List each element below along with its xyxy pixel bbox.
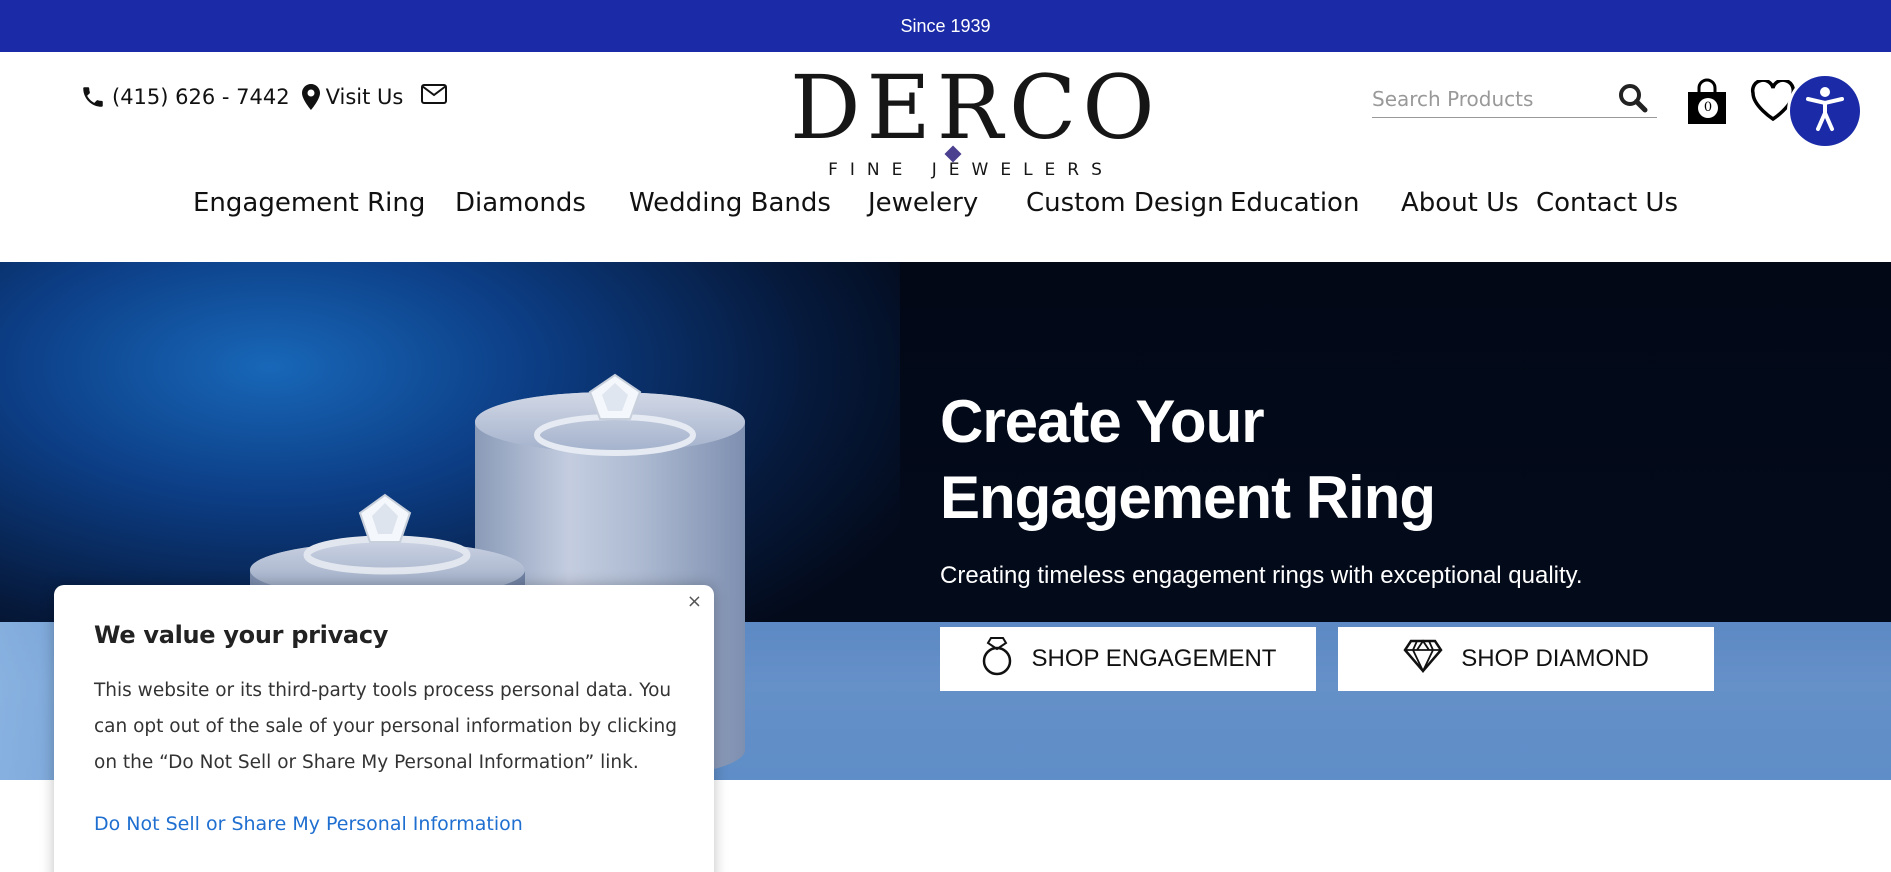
nav-wedding-bands[interactable]: Wedding Bands [629,188,831,218]
privacy-banner: × We value your privacy This website or … [54,585,714,872]
ring-image-short [303,493,471,575]
accessibility-button[interactable] [1790,76,1860,146]
map-pin-icon [301,84,320,110]
cart-button[interactable]: 0 [1686,78,1728,126]
contact-links: (415) 626 - 7442 Visit Us [80,84,448,110]
visit-us-link[interactable]: Visit Us [301,84,404,110]
diamond-icon [1403,638,1443,680]
main-nav: Engagement Ring Diamonds Wedding Bands J… [0,188,1891,228]
nav-engagement-ring[interactable]: Engagement Ring [193,188,425,218]
shop-engagement-button[interactable]: SHOP ENGAGEMENT [940,627,1316,691]
hero-title: Create Your Engagement Ring [940,384,1640,536]
nav-about-us[interactable]: About Us [1401,188,1519,218]
nav-jewelery[interactable]: Jewelery [868,188,978,218]
announcement-text: Since 1939 [900,15,991,36]
announcement-bar: Since 1939 [0,0,1891,52]
nav-custom-design[interactable]: Custom Design [1026,188,1224,218]
nav-contact-us[interactable]: Contact Us [1536,188,1678,218]
phone-icon [80,84,106,110]
hero-title-line2: Engagement Ring [940,464,1436,531]
close-icon[interactable]: × [687,591,702,612]
shop-engagement-label: SHOP ENGAGEMENT [1031,645,1277,672]
do-not-sell-link[interactable]: Do Not Sell or Share My Personal Informa… [94,813,523,835]
hero-title-line1: Create Your [940,388,1265,455]
shop-diamond-button[interactable]: SHOP DIAMOND [1338,627,1714,691]
accessibility-icon [1805,86,1845,137]
mail-icon [421,84,448,104]
privacy-title: We value your privacy [94,621,389,649]
phone-number: (415) 626 - 7442 [112,85,290,109]
search-input[interactable] [1372,82,1612,116]
ring-image-tall [534,373,696,456]
visit-us-label: Visit Us [325,85,404,109]
site-header: (415) 626 - 7442 Visit Us DERCO FINE JEW… [0,52,1891,262]
search-box [1372,82,1657,118]
site-logo[interactable]: DERCO FINE JEWELERS [790,56,1161,182]
shop-diamond-label: SHOP DIAMOND [1461,645,1649,672]
search-icon[interactable] [1617,82,1649,119]
nav-diamonds[interactable]: Diamonds [455,188,586,218]
phone-link[interactable]: (415) 626 - 7442 [80,84,290,110]
nav-education[interactable]: Education [1230,188,1359,218]
privacy-body: This website or its third-party tools pr… [94,680,677,773]
wishlist-button[interactable] [1750,78,1796,127]
hero-tagline: Creating timeless engagement rings with … [940,562,1583,589]
logo-wordmark: DERCO [790,56,1161,159]
email-link[interactable] [421,84,448,104]
logo-subtitle: FINE JEWELERS [828,160,1114,180]
ring-icon [980,636,1014,683]
cart-count: 0 [1698,98,1718,118]
